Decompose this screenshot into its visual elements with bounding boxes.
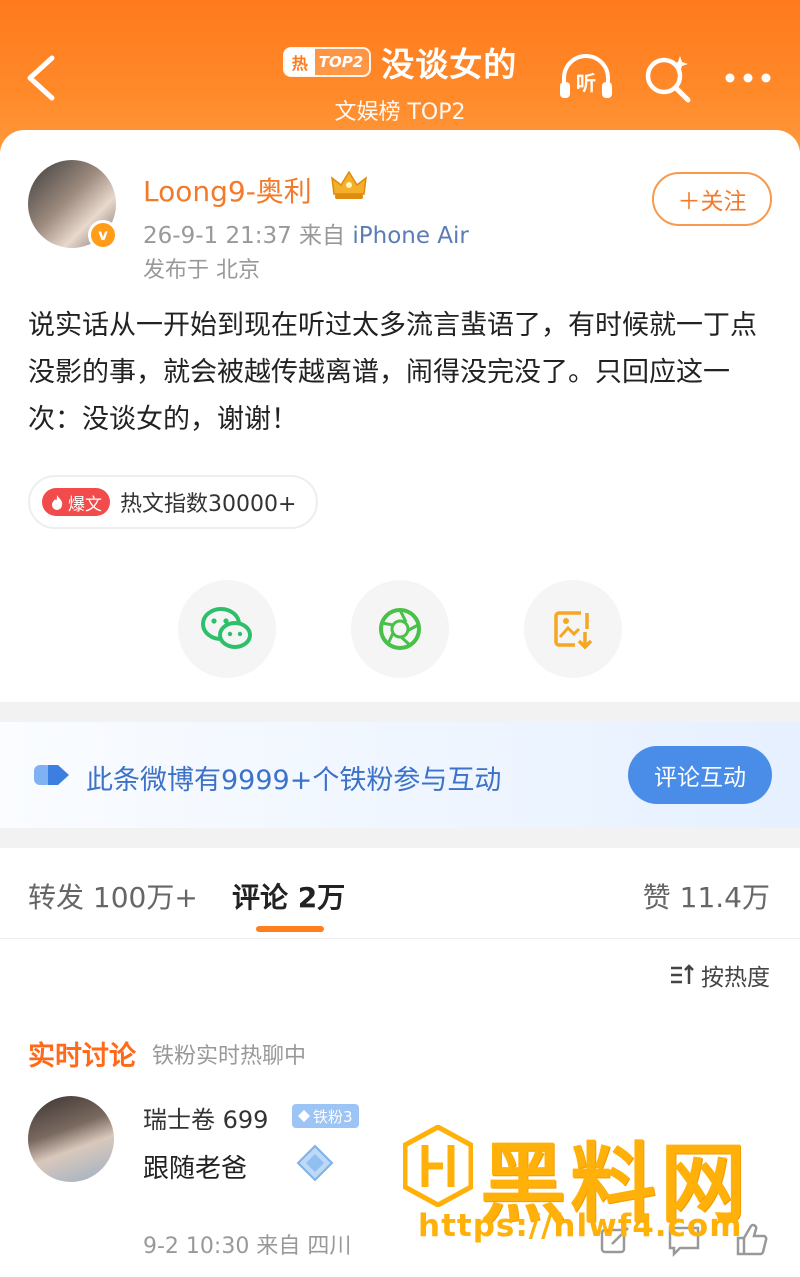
post-card: v Loong9-奥利 26-9-1 21:37 来自 iPhone Air 发… xyxy=(0,130,800,702)
post-meta: 26-9-1 21:37 来自 iPhone Air xyxy=(143,216,469,250)
post-location: 发布于 北京 xyxy=(143,258,260,283)
post-device[interactable]: iPhone Air xyxy=(352,223,469,249)
comment-text: 跟随老爸 xyxy=(143,1154,248,1184)
post-body-text: 说实话从一开始到现在听过太多流言蜚语了，有时候就一丁点没影的事，就会被越传越离谱… xyxy=(28,310,757,435)
active-tab-indicator xyxy=(256,926,324,932)
page-title: 没谈女的 xyxy=(381,45,518,84)
hot-article-tag[interactable]: 爆文 热文指数30000+ xyxy=(28,475,319,529)
sort-by-hot-button[interactable]: 按热度 xyxy=(669,958,770,992)
moments-icon xyxy=(379,608,421,650)
save-image-button[interactable] xyxy=(524,580,622,678)
tab-repost[interactable]: 转发 100万+ xyxy=(28,876,198,916)
hot-index-text: 热文指数30000+ xyxy=(120,492,297,517)
hot-rank-badge: 热 TOP2 xyxy=(282,47,372,77)
sort-icon xyxy=(671,964,694,984)
post-time: 26-9-1 21:37 xyxy=(143,223,292,249)
search-icon[interactable] xyxy=(638,48,698,108)
author-name[interactable]: Loong9-奥利 xyxy=(143,170,312,210)
tab-like[interactable]: 赞 11.4万 xyxy=(643,876,770,916)
hot-article-badge-label: 爆文 xyxy=(68,494,102,515)
source-prefix: 来自 xyxy=(299,223,346,249)
flame-icon xyxy=(52,495,63,510)
realtime-discussion-subtitle: 铁粉实时热聊中 xyxy=(152,1044,307,1069)
save-image-icon xyxy=(554,611,593,650)
fans-banner-text: 此条微博有9999+个铁粉参与互动 xyxy=(86,765,502,796)
fan-level-badge: 铁粉3 xyxy=(292,1104,359,1128)
diamond-icon xyxy=(298,1110,310,1122)
share-moments-button[interactable] xyxy=(351,580,449,678)
fans-interaction-banner[interactable]: 此条微博有9999+个铁粉参与互动 评论互动 xyxy=(0,722,800,828)
tab-divider xyxy=(0,938,800,939)
tab-comment[interactable]: 评论 2万 xyxy=(232,876,345,916)
watermark-url: https://hlwf4.com xyxy=(418,1208,743,1244)
comment-meta: 9-2 10:30 来自 四川 xyxy=(143,1234,352,1259)
crown-icon xyxy=(331,170,367,199)
commenter-avatar[interactable] xyxy=(28,1096,114,1182)
hot-article-badge: 爆文 xyxy=(42,488,110,516)
hot-icon: 热 xyxy=(284,48,315,76)
fan-level-label: 铁粉3 xyxy=(313,1107,353,1126)
share-wechat-button[interactable] xyxy=(178,580,276,678)
realtime-discussion-title: 实时讨论 xyxy=(28,1041,136,1072)
listen-icon[interactable]: 听 xyxy=(556,48,616,108)
comment-interact-button[interactable]: 评论互动 xyxy=(628,746,772,804)
more-icon[interactable] xyxy=(718,48,778,108)
sort-label: 按热度 xyxy=(701,965,770,991)
verified-badge-icon: v xyxy=(88,220,118,250)
fans-icon xyxy=(34,765,69,785)
rank-label: TOP2 xyxy=(318,53,364,71)
follow-button[interactable]: ＋关注 xyxy=(652,172,772,226)
watermark-logo-icon xyxy=(403,1125,473,1207)
wechat-icon xyxy=(201,607,252,649)
sticker-icon xyxy=(296,1144,334,1182)
svg-text:听: 听 xyxy=(576,71,596,95)
commenter-name[interactable]: 瑞士卷 699 xyxy=(143,1100,268,1135)
